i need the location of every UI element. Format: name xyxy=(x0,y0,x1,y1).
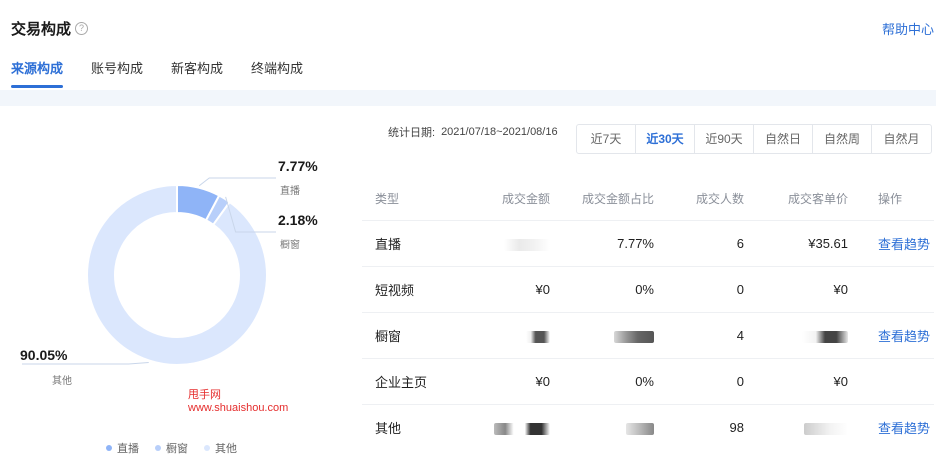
label-live-percent: 7.77% xyxy=(278,158,318,174)
question-icon[interactable]: ? xyxy=(75,22,89,35)
blurred-value xyxy=(802,330,848,343)
range-natural-day[interactable]: 自然日 xyxy=(754,125,813,153)
label-other-percent: 90.05% xyxy=(20,347,68,363)
legend-label: 其他 xyxy=(215,443,237,455)
blurred-value xyxy=(504,238,550,251)
range-7d[interactable]: 近7天 xyxy=(577,125,636,153)
header-action: 操作 xyxy=(878,191,903,206)
cell-type: 橱窗 xyxy=(375,329,402,344)
legend-item-live[interactable]: 直播 xyxy=(106,440,139,456)
table-row: 企业主页 ¥0 0% 0 ¥0 xyxy=(362,358,934,404)
cell-amount: ¥0 xyxy=(535,282,550,297)
cell-buyers: 4 xyxy=(736,328,744,343)
legend-label: 橱窗 xyxy=(166,443,188,455)
label-window-name: 橱窗 xyxy=(280,240,300,251)
source-table: 类型 成交金额 成交金额占比 成交人数 成交客单价 操作 直播 7.77% 6 … xyxy=(362,176,934,450)
slice-other[interactable] xyxy=(86,183,268,366)
header-type: 类型 xyxy=(375,191,400,206)
cell-unit-price xyxy=(748,328,852,343)
legend-label: 直播 xyxy=(117,443,139,455)
date-label: 统计日期: xyxy=(388,127,436,139)
table-row: 橱窗 4 查看趋势 xyxy=(362,312,934,358)
cell-unit-price: ¥35.61 xyxy=(808,236,848,251)
table-row: 其他 98 查看趋势 xyxy=(362,404,934,450)
donut-chart: 7.77% 直播 2.18% 橱窗 90.05% 其他 甩手网 www.shua… xyxy=(0,110,350,462)
range-natural-week[interactable]: 自然周 xyxy=(813,125,872,153)
leader-line-live xyxy=(198,177,276,187)
cell-amount xyxy=(466,328,554,343)
cell-ratio: 0% xyxy=(635,374,654,389)
table-row: 短视频 ¥0 0% 0 ¥0 xyxy=(362,266,934,312)
range-30d[interactable]: 近30天 xyxy=(636,125,695,153)
blurred-value xyxy=(626,422,654,435)
watermark-name: 甩手网 xyxy=(188,389,221,401)
view-trend-link[interactable]: 查看趋势 xyxy=(852,418,934,437)
tab-new-customer[interactable]: 新客构成 xyxy=(171,58,223,88)
tab-account[interactable]: 账号构成 xyxy=(91,58,143,88)
blurred-value xyxy=(614,330,654,343)
legend-dot xyxy=(155,445,161,451)
range-90d[interactable]: 近90天 xyxy=(695,125,754,153)
tab-terminal[interactable]: 终端构成 xyxy=(251,58,303,88)
header-ratio: 成交金额占比 xyxy=(581,191,654,206)
legend-item-other[interactable]: 其他 xyxy=(204,440,237,456)
cell-unit-price xyxy=(748,420,852,435)
cell-type: 企业主页 xyxy=(375,375,428,390)
view-trend-link[interactable]: 查看趋势 xyxy=(852,326,934,345)
date-range-row: 统计日期: 2021/07/18~2021/08/16 xyxy=(388,124,558,140)
date-range-value: 2021/07/18~2021/08/16 xyxy=(441,126,558,138)
legend-dot xyxy=(204,445,210,451)
divider-band xyxy=(0,90,936,106)
table-header: 类型 成交金额 成交金额占比 成交人数 成交客单价 操作 xyxy=(362,176,934,220)
tab-source[interactable]: 来源构成 xyxy=(11,58,64,88)
cell-ratio xyxy=(554,420,658,435)
cell-type: 短视频 xyxy=(375,283,415,298)
cell-ratio: 0% xyxy=(635,282,654,297)
blurred-value xyxy=(804,422,848,435)
blurred-value xyxy=(526,330,550,343)
cell-amount: ¥0 xyxy=(535,374,550,389)
blurred-value xyxy=(494,422,550,435)
page-title-text: 交易构成 xyxy=(11,21,72,38)
range-selector: 近7天 近30天 近90天 自然日 自然周 自然月 xyxy=(576,124,932,154)
label-live-name: 直播 xyxy=(280,186,300,197)
help-center-link[interactable]: 帮助中心 xyxy=(882,19,934,38)
cell-ratio xyxy=(554,328,658,343)
table-row: 直播 7.77% 6 ¥35.61 查看趋势 xyxy=(362,220,934,266)
label-window-percent: 2.18% xyxy=(278,212,318,228)
cell-buyers: 0 xyxy=(736,374,744,389)
cell-amount xyxy=(466,236,554,251)
cell-type: 其他 xyxy=(375,421,402,436)
watermark-url: www.shuaishou.com xyxy=(188,402,289,414)
view-trend-link[interactable]: 查看趋势 xyxy=(852,234,934,253)
label-other-name: 其他 xyxy=(52,376,72,387)
range-natural-month[interactable]: 自然月 xyxy=(872,125,931,153)
tab-bar: 来源构成 账号构成 新客构成 终端构成 xyxy=(11,58,331,88)
cell-amount xyxy=(466,420,554,435)
cell-unit-price: ¥0 xyxy=(833,374,848,389)
header-amount: 成交金额 xyxy=(501,191,550,206)
cell-buyers: 98 xyxy=(729,420,744,435)
legend-dot xyxy=(106,445,112,451)
cell-unit-price: ¥0 xyxy=(833,282,848,297)
legend-item-window[interactable]: 橱窗 xyxy=(155,440,188,456)
cell-buyers: 6 xyxy=(736,236,744,251)
header: 交易构成 ? 帮助中心 来源构成 账号构成 新客构成 终端构成 xyxy=(0,0,936,90)
cell-type: 直播 xyxy=(375,237,402,252)
cell-buyers: 0 xyxy=(736,282,744,297)
chart-legend: 直播 橱窗 其他 xyxy=(106,440,253,456)
header-unit-price: 成交客单价 xyxy=(787,191,848,206)
cell-ratio: 7.77% xyxy=(617,236,654,251)
header-buyers: 成交人数 xyxy=(695,191,744,206)
page-title: 交易构成 ? xyxy=(11,18,89,39)
